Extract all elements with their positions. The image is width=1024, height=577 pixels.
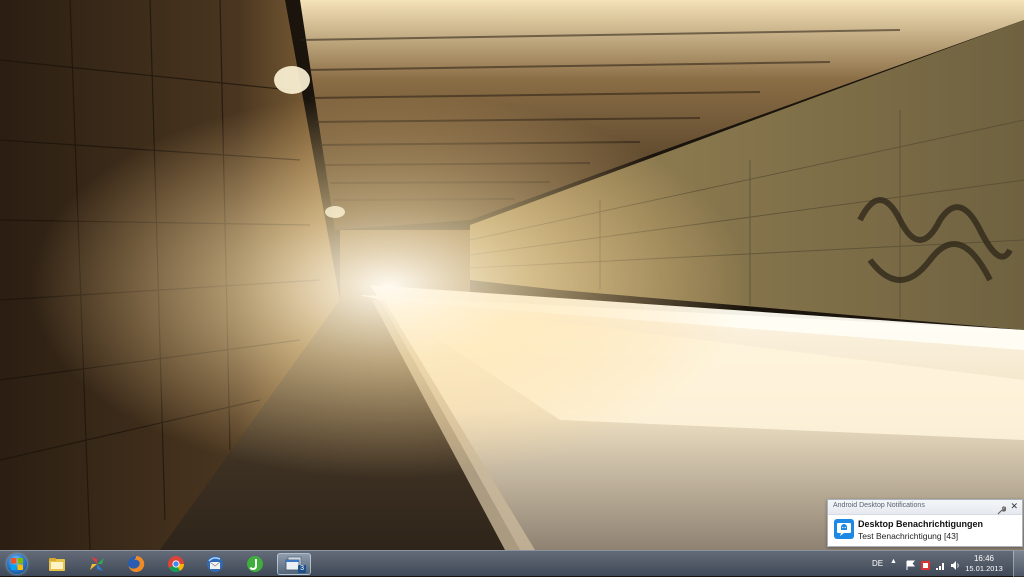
show-hidden-icons-arrow[interactable]: ▲ (890, 558, 897, 565)
notification-body: Test Benachrichtigung [43] (858, 531, 959, 541)
window-count-badge: 3 (298, 565, 306, 573)
tunnel-wallpaper-image (0, 0, 1024, 550)
wrench-icon[interactable] (997, 502, 1007, 515)
network-signal-icon[interactable] (935, 558, 946, 570)
thunderbird-icon (207, 556, 223, 572)
clock-time: 16:46 (973, 554, 995, 563)
taskbar-window-group-button[interactable]: 3 (277, 553, 311, 575)
pinwheel-icon (90, 557, 104, 571)
notification-close-icon[interactable]: ✕ (1010, 500, 1018, 513)
firefox-icon (128, 555, 145, 572)
start-button[interactable] (3, 552, 31, 576)
tray-app-icon[interactable] (920, 558, 931, 570)
desktop-wallpaper (0, 0, 1024, 550)
volume-speaker-icon[interactable] (950, 558, 961, 570)
desktop-notification-popup[interactable]: Android Desktop Notifications ✕ Desktop … (827, 499, 1023, 547)
clock-date: 15.01.2013 (965, 564, 1003, 573)
android-notification-icon (834, 519, 854, 539)
input-language-indicator[interactable]: DE (872, 559, 883, 568)
taskbar-explorer-button[interactable] (40, 553, 74, 575)
taskbar-chrome-button[interactable] (159, 553, 193, 575)
folder-icon (49, 558, 65, 571)
taskbar-pinwheel-app-button[interactable] (80, 553, 114, 575)
notification-app-name: Android Desktop Notifications (833, 502, 925, 509)
windows-logo-icon (7, 554, 27, 574)
chrome-icon (168, 556, 184, 572)
action-center-flag-icon[interactable] (905, 558, 916, 570)
system-clock[interactable]: 16:46 15.01.2013 (962, 554, 1006, 574)
taskbar-jdownloader-button[interactable] (238, 553, 272, 575)
notification-title: Desktop Benachrichtigungen (858, 519, 984, 529)
taskbar-thunderbird-button[interactable] (198, 553, 232, 575)
notification-titlebar: Android Desktop Notifications ✕ (828, 500, 1022, 515)
taskbar-firefox-button[interactable] (119, 553, 153, 575)
jdownloader-icon (247, 556, 263, 572)
show-desktop-button[interactable] (1013, 551, 1024, 577)
taskbar: 3 DE ▲ 16:46 15.01.2013 (0, 550, 1024, 577)
